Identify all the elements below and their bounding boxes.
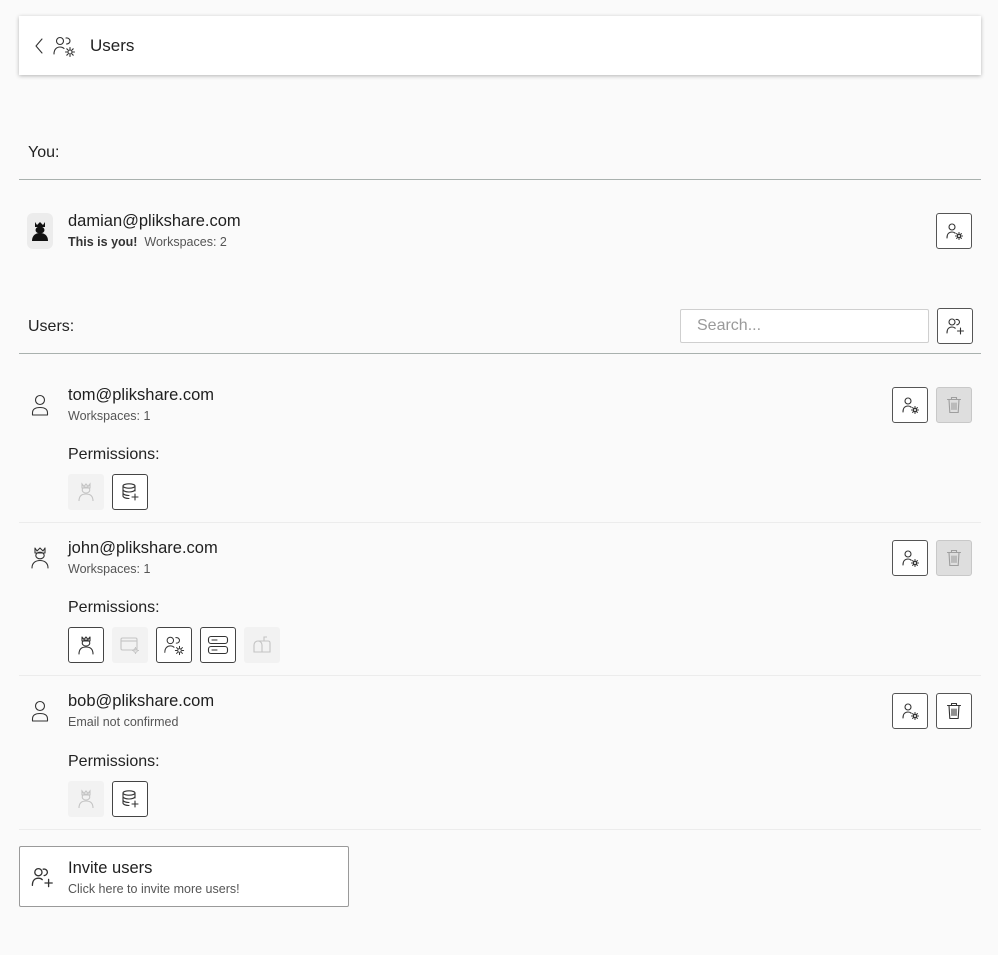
search-input[interactable] bbox=[680, 309, 929, 343]
admin-icon bbox=[76, 481, 96, 503]
users-section-label: Users: bbox=[28, 318, 75, 335]
users-settings-icon bbox=[52, 34, 76, 58]
current-user-settings-button[interactable] bbox=[936, 213, 972, 249]
user-settings-icon bbox=[944, 221, 964, 241]
permissions-label: Permissions: bbox=[68, 599, 160, 616]
user-meta: Workspaces: 1 bbox=[68, 409, 151, 423]
user-avatar-icon bbox=[27, 392, 53, 418]
mailbox-icon bbox=[251, 634, 273, 656]
user-settings-icon bbox=[900, 701, 920, 721]
user-settings-icon bbox=[900, 395, 920, 415]
database-add-icon bbox=[120, 482, 140, 502]
admin-avatar-icon bbox=[27, 545, 53, 571]
user-settings-button[interactable] bbox=[892, 387, 928, 423]
user-settings-button[interactable] bbox=[892, 540, 928, 576]
users-section-divider bbox=[19, 353, 981, 354]
users-settings-icon bbox=[163, 634, 185, 656]
user-avatar-icon bbox=[27, 698, 53, 724]
trash-icon bbox=[945, 548, 963, 568]
permissions-label: Permissions: bbox=[68, 446, 160, 463]
admin-permission-toggle[interactable] bbox=[68, 474, 104, 510]
app-settings-icon bbox=[119, 635, 141, 655]
current-user-email: damian@plikshare.com bbox=[68, 212, 241, 230]
invite-users-button[interactable]: Invite users Click here to invite more u… bbox=[19, 846, 349, 907]
delete-user-button[interactable] bbox=[936, 693, 972, 729]
delete-user-button[interactable] bbox=[936, 540, 972, 576]
user-email: john@plikshare.com bbox=[68, 539, 218, 557]
invite-title: Invite users bbox=[68, 859, 153, 877]
trash-icon bbox=[945, 395, 963, 415]
app-settings-permission-toggle[interactable] bbox=[112, 627, 148, 663]
user-add-icon bbox=[945, 316, 965, 336]
admin-permission-toggle[interactable] bbox=[68, 627, 104, 663]
user-settings-icon bbox=[900, 548, 920, 568]
trash-icon bbox=[945, 701, 963, 721]
user-meta: Email not confirmed bbox=[68, 715, 179, 729]
admin-icon bbox=[76, 788, 96, 810]
storage-permission-toggle[interactable] bbox=[200, 627, 236, 663]
chevron-left-icon[interactable] bbox=[33, 36, 47, 56]
storage-server-icon bbox=[206, 634, 230, 656]
user-settings-button[interactable] bbox=[892, 693, 928, 729]
email-permission-toggle[interactable] bbox=[244, 627, 280, 663]
delete-user-button[interactable] bbox=[936, 387, 972, 423]
permissions-label: Permissions: bbox=[68, 753, 160, 770]
row-divider bbox=[19, 522, 981, 523]
user-email: bob@plikshare.com bbox=[68, 692, 215, 710]
admin-permission-toggle[interactable] bbox=[68, 781, 104, 817]
top-bar: Users bbox=[19, 16, 981, 75]
database-add-permission-toggle[interactable] bbox=[112, 781, 148, 817]
user-add-icon bbox=[30, 865, 54, 889]
database-add-permission-toggle[interactable] bbox=[112, 474, 148, 510]
add-user-button[interactable] bbox=[937, 308, 973, 344]
page-title: Users bbox=[90, 36, 135, 55]
user-email: tom@plikshare.com bbox=[68, 386, 215, 404]
invite-subtitle: Click here to invite more users! bbox=[68, 882, 240, 896]
you-section-label: You: bbox=[28, 144, 60, 161]
current-user-workspaces: Workspaces: 2 bbox=[144, 235, 227, 249]
current-user-meta: This is you! Workspaces: 2 bbox=[68, 235, 227, 249]
row-divider bbox=[19, 829, 981, 830]
this-is-you-badge: This is you! bbox=[68, 235, 138, 249]
you-section-divider bbox=[19, 179, 981, 180]
admin-icon bbox=[76, 634, 96, 656]
admin-avatar-icon bbox=[27, 213, 53, 249]
row-divider bbox=[19, 675, 981, 676]
database-add-icon bbox=[120, 789, 140, 809]
user-meta: Workspaces: 1 bbox=[68, 562, 151, 576]
users-settings-permission-toggle[interactable] bbox=[156, 627, 192, 663]
